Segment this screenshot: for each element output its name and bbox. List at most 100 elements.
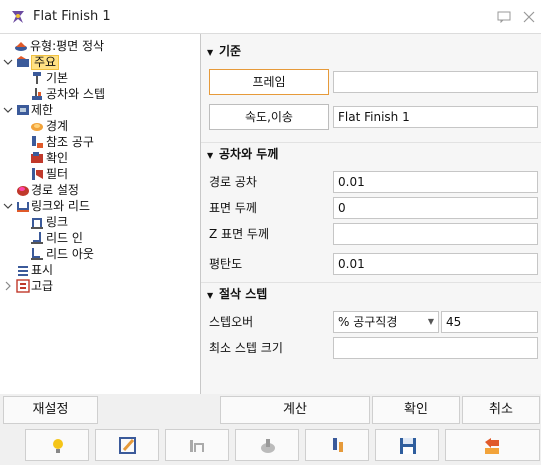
links-leads-icon: [17, 202, 29, 212]
chevron-down-icon: ▼: [207, 48, 214, 57]
tree-item-lead-in[interactable]: 리드 인: [0, 230, 200, 246]
dropdown-arrow-icon: ▼: [427, 317, 434, 326]
chevron-down-icon: ▼: [207, 291, 214, 300]
tree-item-label: 제한: [31, 103, 54, 117]
feeds-speeds-button[interactable]: 속도,이송: [209, 104, 329, 130]
tree-item-check[interactable]: 확인: [0, 150, 200, 166]
title-bar: Flat Finish 1: [0, 0, 541, 34]
tree-item-label: 공차와 스텝: [46, 87, 106, 101]
tree-item-label: 주요: [31, 55, 60, 70]
tree-item-label: 확인: [46, 151, 69, 165]
section-title: 절삭 스텝: [219, 287, 268, 301]
stepover-value-input[interactable]: 45: [441, 311, 538, 333]
stepover-label: 스텝오버: [209, 315, 254, 329]
properties-panel: ▼ 기준 프레임 속도,이송 Flat Finish 1 ▼ 공차와 두께 경로 공…: [201, 34, 541, 394]
tree-item-label: 리드 아웃: [46, 247, 94, 261]
comment-icon[interactable]: [497, 11, 511, 23]
tree-item-reference-tool[interactable]: 참조 공구: [0, 134, 200, 150]
flatness-input[interactable]: 0.01: [333, 253, 538, 275]
tree-item-main[interactable]: 주요: [0, 54, 200, 70]
simulate-icon: [190, 440, 204, 452]
check-icon: [31, 152, 43, 163]
tree-item-path-settings[interactable]: 경로 설정: [0, 182, 200, 198]
stepover-mode-value: % 공구직경: [338, 315, 398, 329]
edit-button[interactable]: [95, 429, 159, 461]
tree-item-label: 경계: [46, 119, 69, 133]
tree-item-lead-out[interactable]: 리드 아웃: [0, 246, 200, 262]
tree-item-display[interactable]: 표시: [0, 262, 200, 278]
lead-in-icon: [31, 232, 43, 244]
window-title: Flat Finish 1: [33, 9, 111, 24]
tool-library-icon: [333, 438, 343, 452]
tool-library-button[interactable]: [305, 429, 369, 461]
path-settings-icon: [17, 186, 29, 196]
op-type-icon: [15, 42, 27, 51]
tree-item-advanced[interactable]: 고급: [0, 278, 200, 294]
tree-item-tolerance-step[interactable]: 공차와 스텝: [0, 86, 200, 102]
tree-item-op-type[interactable]: 유형:평면 정삭: [0, 38, 200, 54]
lightbulb-icon: [53, 439, 63, 453]
limit-icon: [17, 105, 29, 115]
tree-item-basic[interactable]: 기본: [0, 70, 200, 86]
chevron-right-icon[interactable]: [2, 278, 14, 294]
z-stock-input[interactable]: [333, 223, 538, 245]
close-icon[interactable]: [522, 11, 536, 23]
tree-item-label: 참조 공구: [46, 135, 94, 149]
reset-button[interactable]: 재설정: [3, 396, 98, 424]
settings-tree: 유형:평면 정삭 주요 기본 공차와 스텝 제한 경계 참조 공구 확인 필터: [0, 34, 201, 394]
cancel-button[interactable]: 취소: [462, 396, 540, 424]
chevron-down-icon[interactable]: [2, 198, 14, 214]
ok-button[interactable]: 확인: [372, 396, 460, 424]
boundary-icon: [31, 123, 43, 131]
reference-tool-icon: [32, 136, 43, 148]
action-bar: 재설정 계산 확인 취소: [0, 396, 541, 426]
calculate-button[interactable]: 계산: [220, 396, 370, 424]
section-title: 기준: [219, 44, 242, 58]
help-tips-button[interactable]: [25, 429, 89, 461]
tree-item-boundary[interactable]: 경계: [0, 118, 200, 134]
chevron-down-icon[interactable]: [2, 54, 14, 70]
tree-item-label: 경로 설정: [31, 183, 79, 197]
undo-icon: [485, 438, 499, 454]
min-step-label: 최소 스텝 크기: [209, 341, 283, 355]
filter-icon: [32, 168, 43, 180]
tree-item-limits[interactable]: 제한: [0, 102, 200, 118]
save-icon: [400, 438, 416, 454]
stock-input[interactable]: 0: [333, 197, 538, 219]
stock-label: 표면 두께: [209, 201, 257, 215]
tree-item-label: 표시: [31, 263, 54, 277]
section-tolerance-header[interactable]: ▼ 공차와 두께: [201, 142, 541, 164]
tree-item-links-leads[interactable]: 링크와 리드: [0, 198, 200, 214]
tree-item-label: 고급: [31, 279, 54, 293]
tree-item-filter[interactable]: 필터: [0, 166, 200, 182]
lead-out-icon: [31, 248, 43, 260]
path-tolerance-label: 경로 공차: [209, 175, 257, 189]
tree-item-label: 유형:평면 정삭: [30, 39, 105, 53]
chevron-down-icon[interactable]: [2, 102, 14, 118]
app-icon: [12, 11, 24, 23]
link-icon: [31, 218, 43, 229]
save-button[interactable]: [375, 429, 439, 461]
section-stepover-header[interactable]: ▼ 절삭 스텝: [201, 282, 541, 304]
advanced-icon: [16, 279, 30, 293]
tree-item-label: 필터: [46, 167, 69, 181]
tree-item-link[interactable]: 링크: [0, 214, 200, 230]
frame-field[interactable]: [333, 71, 538, 93]
edit-icon: [119, 437, 136, 454]
frame-button[interactable]: 프레임: [209, 69, 329, 95]
tree-item-label: 링크와 리드: [31, 199, 91, 213]
stepover-mode-select[interactable]: % 공구직경 ▼: [333, 311, 439, 333]
section-basis-header[interactable]: ▼ 기준: [201, 40, 541, 62]
path-tolerance-input[interactable]: 0.01: [333, 171, 538, 193]
tool-icon: [33, 72, 41, 84]
simulate-button[interactable]: [165, 429, 229, 461]
undo-button[interactable]: [445, 429, 540, 461]
tolerance-icon: [32, 88, 42, 100]
tree-item-label: 리드 인: [46, 231, 83, 245]
tree-item-label: 링크: [46, 215, 69, 229]
chevron-down-icon: ▼: [207, 151, 214, 160]
feeds-speeds-field[interactable]: Flat Finish 1: [333, 106, 538, 128]
min-step-input[interactable]: [333, 337, 538, 359]
flatness-label: 평탄도: [209, 257, 243, 271]
preview-button[interactable]: [235, 429, 299, 461]
